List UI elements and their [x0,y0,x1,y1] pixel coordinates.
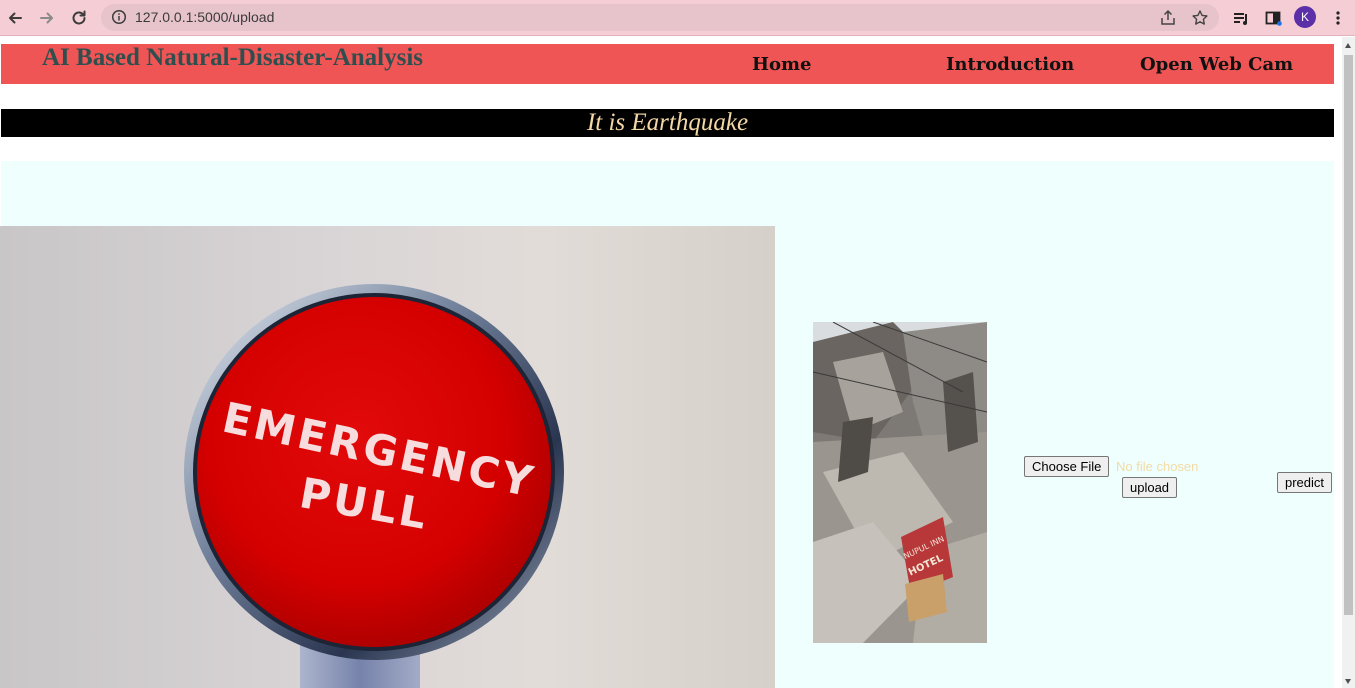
choose-file-button[interactable]: Choose File [1024,456,1110,477]
star-icon[interactable] [1191,9,1209,27]
scroll-up-icon[interactable] [1345,43,1351,48]
scroll-thumb[interactable] [1344,55,1353,615]
result-text: It is Earthquake [586,109,749,136]
uploaded-earthquake-photo: NUPUL INN HOTEL [813,322,987,643]
nav-link-home[interactable]: Home [752,54,812,75]
nav-link-open-web-cam[interactable]: Open Web Cam [1140,54,1293,75]
nav-link-introduction[interactable]: Introduction [946,54,1074,75]
address-bar[interactable]: 127.0.0.1:5000/upload [101,4,1219,31]
scroll-down-icon[interactable] [1345,679,1351,684]
site-navbar: AI Based Natural-Disaster-Analysis Home … [1,44,1334,84]
share-icon[interactable] [1159,9,1177,27]
page-scrollbar[interactable] [1342,37,1355,688]
kebab-menu-icon[interactable] [1326,6,1350,30]
browser-toolbar: 127.0.0.1:5000/upload K [0,0,1355,36]
profile-avatar[interactable]: K [1294,6,1316,28]
side-panel-icon[interactable] [1261,6,1285,30]
reload-icon[interactable] [67,6,91,30]
info-icon[interactable] [111,9,127,25]
page-viewport: AI Based Natural-Disaster-Analysis Home … [0,37,1342,688]
no-file-chosen-text: No file chosen [1116,459,1199,474]
upload-button[interactable]: upload [1122,477,1178,498]
forward-arrow-icon[interactable] [35,6,59,30]
emergency-button-image: EMERGENCY PULL [0,226,775,688]
back-arrow-icon[interactable] [3,6,27,30]
url-text[interactable]: 127.0.0.1:5000/upload [135,9,274,25]
reading-list-icon[interactable] [1229,6,1253,30]
result-banner: It is Earthquake [1,109,1334,137]
site-brand[interactable]: AI Based Natural-Disaster-Analysis [42,44,423,72]
predict-button[interactable]: predict [1277,472,1333,493]
